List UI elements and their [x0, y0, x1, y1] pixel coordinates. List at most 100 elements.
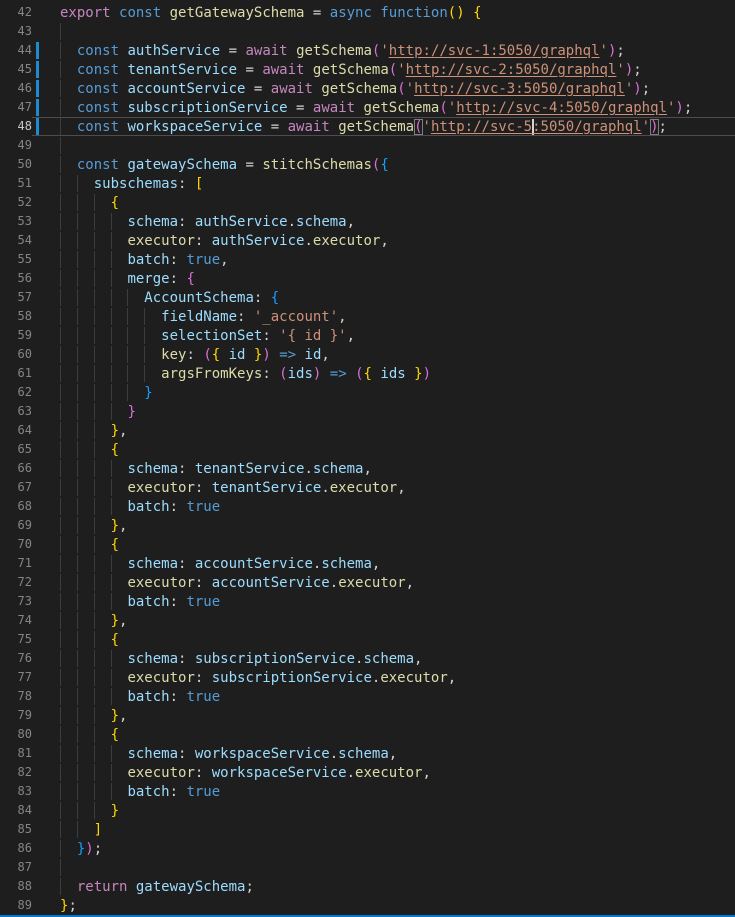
- code-line-content[interactable]: executor: authService.executor,: [44, 232, 735, 249]
- line-body[interactable]: const tenantService = await getSchema('h…: [32, 60, 735, 79]
- code-line[interactable]: 85 ]: [0, 820, 735, 839]
- code-line-content[interactable]: },: [44, 707, 735, 724]
- line-body[interactable]: argsFromKeys: (ids) => ({ ids }): [32, 364, 735, 383]
- line-body[interactable]: {: [32, 440, 735, 459]
- line-number[interactable]: 76: [0, 649, 32, 668]
- line-number[interactable]: 77: [0, 668, 32, 687]
- code-line[interactable]: 55 batch: true,: [0, 250, 735, 269]
- line-body[interactable]: ]: [32, 820, 735, 839]
- line-number[interactable]: 49: [0, 136, 32, 155]
- line-number[interactable]: 65: [0, 440, 32, 459]
- line-body[interactable]: export const getGatewaySchema = async fu…: [32, 3, 735, 22]
- line-number[interactable]: 59: [0, 326, 32, 345]
- code-line-content[interactable]: AccountSchema: {: [44, 289, 735, 306]
- line-body[interactable]: schema: workspaceService.schema,: [32, 744, 735, 763]
- code-line[interactable]: 71 schema: accountService.schema,: [0, 554, 735, 573]
- code-line[interactable]: 65 {: [0, 440, 735, 459]
- line-body[interactable]: const subscriptionService = await getSch…: [32, 98, 735, 117]
- line-number[interactable]: 70: [0, 535, 32, 554]
- line-body[interactable]: executor: authService.executor,: [32, 231, 735, 250]
- code-line-content[interactable]: executor: accountService.executor,: [44, 574, 735, 591]
- line-number[interactable]: 44: [0, 41, 32, 60]
- code-line[interactable]: 60 key: ({ id }) => id,: [0, 345, 735, 364]
- code-line-content[interactable]: }: [44, 802, 735, 819]
- line-number[interactable]: 75: [0, 630, 32, 649]
- line-number[interactable]: 54: [0, 231, 32, 250]
- code-line[interactable]: 68 batch: true: [0, 497, 735, 516]
- line-number[interactable]: 43: [0, 22, 32, 41]
- line-number[interactable]: 61: [0, 364, 32, 383]
- code-line[interactable]: 70 {: [0, 535, 735, 554]
- line-body[interactable]: const accountService = await getSchema('…: [32, 79, 735, 98]
- line-number[interactable]: 50: [0, 155, 32, 174]
- line-body[interactable]: AccountSchema: {: [32, 288, 735, 307]
- code-line-content[interactable]: selectionSet: '{ id }',: [44, 327, 735, 344]
- code-line-content[interactable]: subschemas: [: [44, 175, 735, 192]
- line-body[interactable]: {: [32, 630, 735, 649]
- code-line[interactable]: 51 subschemas: [: [0, 174, 735, 193]
- line-number[interactable]: 71: [0, 554, 32, 573]
- line-number[interactable]: 64: [0, 421, 32, 440]
- line-number[interactable]: 42: [0, 3, 32, 22]
- line-number[interactable]: 80: [0, 725, 32, 744]
- code-line[interactable]: 46 const accountService = await getSchem…: [0, 79, 735, 98]
- line-number[interactable]: 56: [0, 269, 32, 288]
- code-line-content[interactable]: [44, 23, 735, 40]
- line-body[interactable]: [32, 136, 735, 155]
- code-line-content[interactable]: [44, 137, 735, 154]
- code-line-content[interactable]: {: [44, 536, 735, 553]
- line-number[interactable]: 72: [0, 573, 32, 592]
- line-body[interactable]: },: [32, 421, 735, 440]
- line-number[interactable]: 84: [0, 801, 32, 820]
- line-number[interactable]: 55: [0, 250, 32, 269]
- code-line-content[interactable]: const workspaceService = await getSchema…: [44, 118, 735, 135]
- code-line[interactable]: 87: [0, 858, 735, 877]
- code-line[interactable]: 49: [0, 136, 735, 155]
- line-body[interactable]: }: [32, 402, 735, 421]
- code-line-content[interactable]: }: [44, 403, 735, 420]
- code-line-content[interactable]: schema: tenantService.schema,: [44, 460, 735, 477]
- line-body[interactable]: [32, 22, 735, 41]
- code-line[interactable]: 56 merge: {: [0, 269, 735, 288]
- code-line-content[interactable]: {: [44, 441, 735, 458]
- code-line[interactable]: 76 schema: subscriptionService.schema,: [0, 649, 735, 668]
- line-number[interactable]: 47: [0, 98, 32, 117]
- line-number[interactable]: 86: [0, 839, 32, 858]
- code-line-content[interactable]: argsFromKeys: (ids) => ({ ids }): [44, 365, 735, 382]
- code-line[interactable]: 64 },: [0, 421, 735, 440]
- line-body[interactable]: executor: subscriptionService.executor,: [32, 668, 735, 687]
- code-line[interactable]: 63 }: [0, 402, 735, 421]
- code-line[interactable]: 48 const workspaceService = await getSch…: [0, 117, 735, 136]
- code-line[interactable]: 57 AccountSchema: {: [0, 288, 735, 307]
- line-body[interactable]: });: [32, 839, 735, 858]
- code-line[interactable]: 66 schema: tenantService.schema,: [0, 459, 735, 478]
- code-line[interactable]: 72 executor: accountService.executor,: [0, 573, 735, 592]
- code-line-content[interactable]: });: [44, 840, 735, 857]
- code-line-content[interactable]: batch: true: [44, 593, 735, 610]
- line-number[interactable]: 63: [0, 402, 32, 421]
- line-number[interactable]: 87: [0, 858, 32, 877]
- code-line[interactable]: 83 batch: true: [0, 782, 735, 801]
- code-line-content[interactable]: },: [44, 422, 735, 439]
- code-line[interactable]: 79 },: [0, 706, 735, 725]
- line-body[interactable]: {: [32, 193, 735, 212]
- line-number[interactable]: 62: [0, 383, 32, 402]
- code-line-content[interactable]: {: [44, 194, 735, 211]
- code-line-content[interactable]: }: [44, 384, 735, 401]
- line-body[interactable]: batch: true: [32, 497, 735, 516]
- line-body[interactable]: executor: tenantService.executor,: [32, 478, 735, 497]
- line-body[interactable]: subschemas: [: [32, 174, 735, 193]
- code-line[interactable]: 50 const gatewaySchema = stitchSchemas({: [0, 155, 735, 174]
- current-line[interactable]: const workspaceService = await getSchema…: [32, 117, 735, 136]
- code-line[interactable]: 43: [0, 22, 735, 41]
- line-number[interactable]: 78: [0, 687, 32, 706]
- code-line[interactable]: 47 const subscriptionService = await get…: [0, 98, 735, 117]
- line-number[interactable]: 88: [0, 877, 32, 896]
- code-line[interactable]: 42export const getGatewaySchema = async …: [0, 3, 735, 22]
- code-line-content[interactable]: schema: accountService.schema,: [44, 555, 735, 572]
- code-line-content[interactable]: {: [44, 726, 735, 743]
- line-body[interactable]: {: [32, 725, 735, 744]
- code-line[interactable]: 75 {: [0, 630, 735, 649]
- line-number[interactable]: 45: [0, 60, 32, 79]
- code-line[interactable]: 44 const authService = await getSchema('…: [0, 41, 735, 60]
